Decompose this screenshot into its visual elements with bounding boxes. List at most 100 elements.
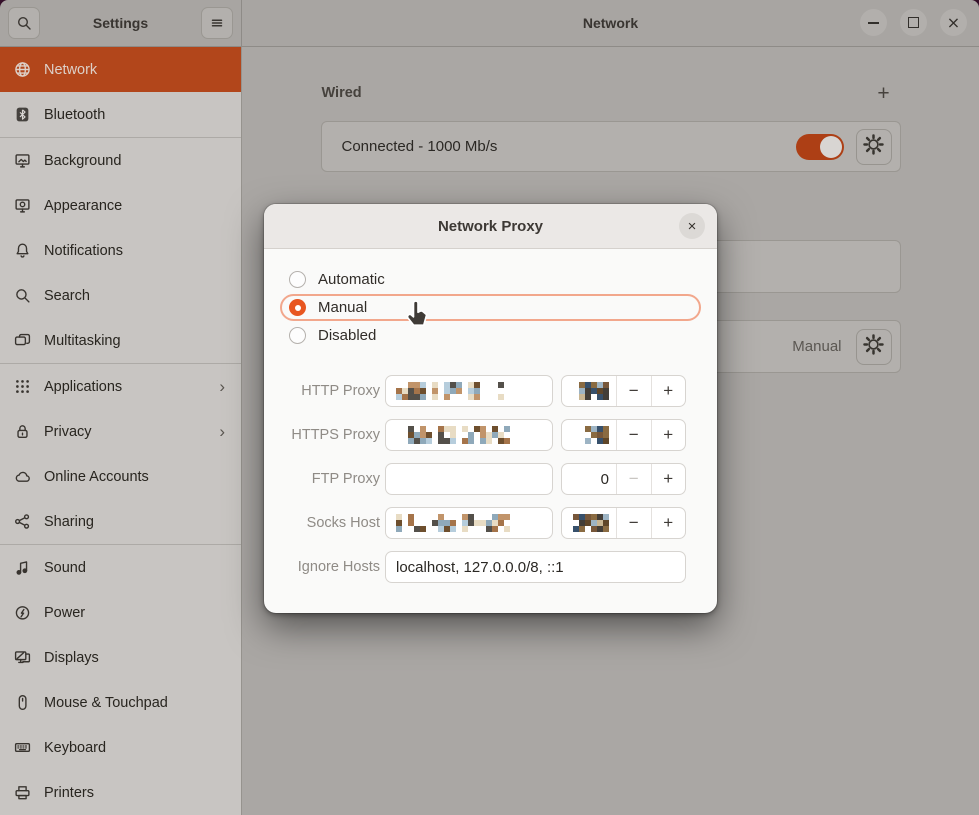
maximize-button[interactable] (900, 9, 927, 36)
chevron-right-icon: › (219, 423, 231, 440)
titlebar: Settings Network × (0, 0, 979, 47)
sidebar-item-online-accounts[interactable]: Online Accounts (0, 454, 241, 499)
window-controls: × (860, 9, 967, 36)
sidebar-item-background[interactable]: Background (0, 138, 241, 183)
sidebar-item-label: Multitasking (44, 333, 231, 349)
search-icon (16, 15, 32, 31)
sidebar-item-label: Printers (44, 785, 231, 801)
sidebar-item-privacy[interactable]: Privacy› (0, 409, 241, 454)
sidebar-item-sharing[interactable]: Sharing (0, 499, 241, 544)
dialog-close-button[interactable]: × (679, 213, 705, 239)
socks-port-input[interactable] (562, 508, 617, 538)
https-proxy-host-input[interactable] (385, 419, 553, 451)
wired-connection-row[interactable]: Connected - 1000 Mb/s (321, 121, 901, 172)
socks-port-increment-button[interactable]: + (652, 508, 686, 538)
socks-host-row: Socks Host − + (264, 507, 717, 539)
dialog-title: Network Proxy (438, 218, 543, 235)
search-icon (14, 287, 31, 304)
sidebar-item-network[interactable]: Network (0, 47, 241, 92)
network-proxy-dialog: Network Proxy × AutomaticManualDisabled … (264, 204, 717, 613)
page-title: Network (583, 15, 638, 31)
http-proxy-port-input[interactable] (562, 376, 617, 406)
bell-icon (14, 242, 31, 259)
maximize-icon (908, 17, 919, 28)
ignore-hosts-row: Ignore Hosts localhost, 127.0.0.0/8, ::1 (264, 551, 717, 583)
cloud-icon (14, 468, 31, 485)
minimize-button[interactable] (860, 9, 887, 36)
sidebar-item-label: Sound (44, 560, 231, 576)
ignore-hosts-input[interactable]: localhost, 127.0.0.0/8, ::1 (385, 551, 686, 583)
sidebar-item-sound[interactable]: Sound (0, 545, 241, 590)
keyboard-icon (14, 739, 31, 756)
sidebar: Network BluetoothBackgroundAppearanceNoti… (0, 47, 242, 815)
socks-host-input[interactable] (385, 507, 553, 539)
power-icon (14, 604, 31, 621)
gear-icon (862, 333, 885, 361)
socks-port-spinner: − + (561, 507, 686, 539)
http-proxy-host-input[interactable] (385, 375, 553, 407)
close-icon: × (947, 15, 960, 31)
sidebar-item-label: Search (44, 288, 231, 304)
ftp-proxy-host-input[interactable] (385, 463, 553, 495)
sidebar-item-notifications[interactable]: Notifications (0, 228, 241, 273)
socks-port-decrement-button[interactable]: − (617, 508, 652, 538)
wired-settings-button[interactable] (856, 129, 892, 165)
proxy-option-automatic[interactable]: Automatic (280, 266, 701, 293)
sidebar-item-label: Keyboard (44, 740, 231, 756)
sidebar-item-label: Network (44, 62, 231, 78)
proxy-option-manual[interactable]: Manual (280, 294, 701, 321)
search-button[interactable] (8, 7, 40, 39)
https-proxy-port-input[interactable] (562, 420, 617, 450)
proxy-settings-button[interactable] (856, 329, 892, 365)
https-port-decrement-button[interactable]: − (617, 420, 652, 450)
sidebar-item-label: Displays (44, 650, 231, 666)
sidebar-item-search[interactable]: Search (0, 273, 241, 318)
ftp-port-decrement-button[interactable]: − (617, 464, 652, 494)
http-port-increment-button[interactable]: + (652, 376, 686, 406)
sidebar-item-applications[interactable]: Applications› (0, 364, 241, 409)
http-proxy-label: HTTP Proxy (264, 375, 380, 407)
add-wired-connection-button[interactable]: + (871, 81, 897, 107)
sidebar-item-appearance[interactable]: Appearance (0, 183, 241, 228)
sidebar-item-keyboard[interactable]: Keyboard (0, 725, 241, 770)
ftp-proxy-row: FTP Proxy 0 − + (264, 463, 717, 495)
radio-icon[interactable] (289, 327, 306, 344)
sidebar-item-label: Applications (44, 379, 206, 395)
http-port-decrement-button[interactable]: − (617, 376, 652, 406)
https-port-increment-button[interactable]: + (652, 420, 686, 450)
app-title: Settings (93, 15, 148, 31)
main-headerbar: Network × (242, 0, 979, 46)
multitasking-icon (14, 332, 31, 349)
radio-icon[interactable] (289, 271, 306, 288)
dialog-header: Network Proxy × (264, 204, 717, 249)
wired-toggle[interactable] (796, 134, 844, 160)
redacted-https-host (396, 426, 510, 444)
redacted-socks-port (573, 514, 609, 532)
sidebar-item-bluetooth[interactable]: Bluetooth (0, 92, 241, 137)
settings-window: Settings Network × Network BluetoothBackg… (0, 0, 979, 815)
globe-icon (14, 61, 31, 78)
sidebar-item-printers[interactable]: Printers (0, 770, 241, 815)
ftp-port-increment-button[interactable]: + (652, 464, 686, 494)
redacted-http-port (579, 382, 609, 400)
menu-button[interactable] (201, 7, 233, 39)
apps-grid-icon (14, 378, 31, 395)
sidebar-item-power[interactable]: Power (0, 590, 241, 635)
sidebar-item-label: Mouse & Touchpad (44, 695, 231, 711)
ftp-proxy-port-spinner: 0 − + (561, 463, 686, 495)
printer-icon (14, 784, 31, 801)
close-button[interactable]: × (940, 9, 967, 36)
toggle-knob (820, 136, 842, 158)
ftp-proxy-port-input[interactable]: 0 (562, 464, 617, 494)
radio-icon[interactable] (289, 299, 306, 316)
sidebar-item-displays[interactable]: Displays (0, 635, 241, 680)
wired-status-text: Connected - 1000 Mb/s (342, 138, 498, 155)
close-icon: × (688, 219, 697, 234)
gear-icon (862, 133, 885, 161)
sidebar-item-multitasking[interactable]: Multitasking (0, 318, 241, 363)
proxy-option-disabled[interactable]: Disabled (280, 322, 701, 349)
sidebar-item-label: Online Accounts (44, 469, 231, 485)
redacted-https-port (579, 426, 609, 444)
proxy-mode-value: Manual (792, 338, 841, 355)
sidebar-item-mouse-touchpad[interactable]: Mouse & Touchpad (0, 680, 241, 725)
